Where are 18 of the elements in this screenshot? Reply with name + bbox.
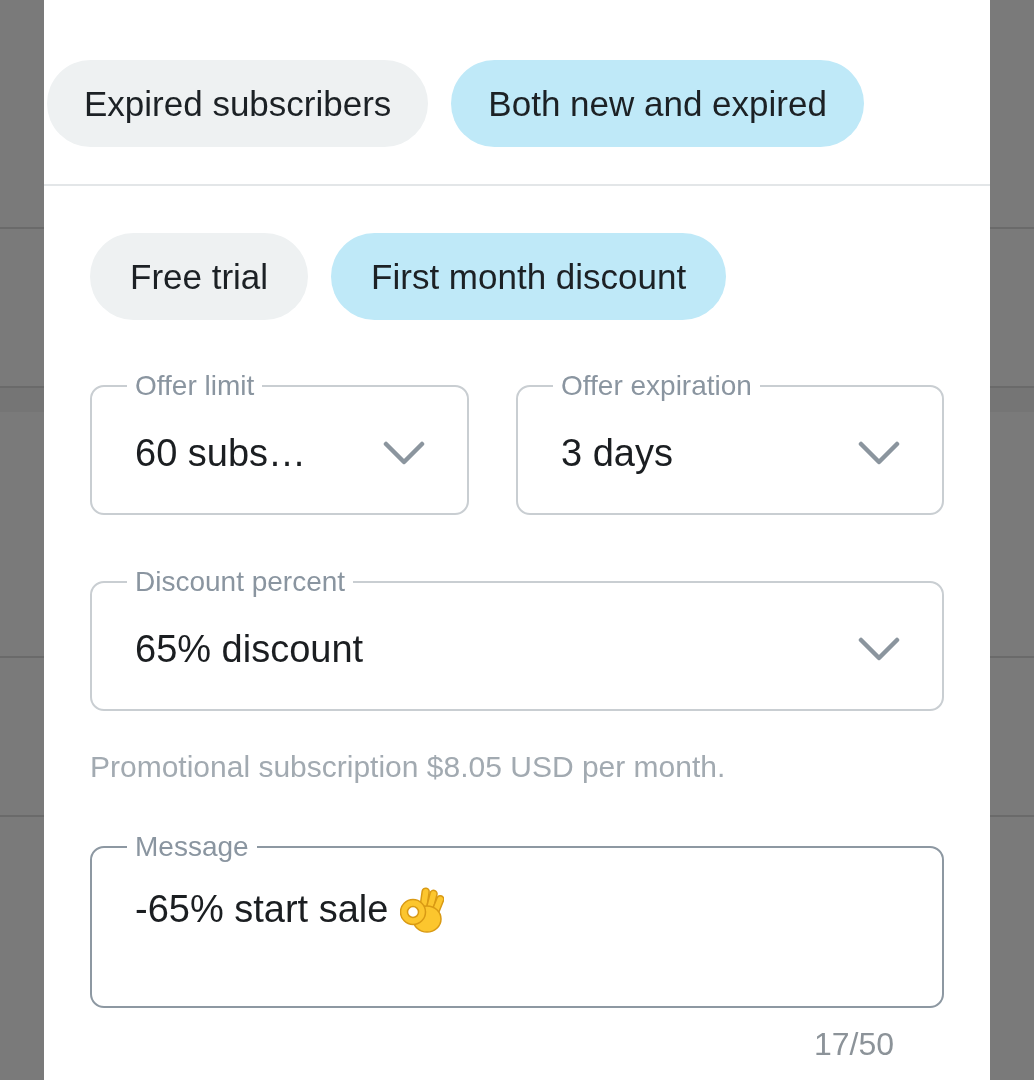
offer-type-chip[interactable]: Free trial: [90, 233, 309, 320]
audience-chip[interactable]: Both new and expired: [451, 60, 864, 147]
select-value: 65% discount: [135, 627, 364, 671]
select-value: 3 days: [561, 431, 673, 475]
field-label: Offer limit: [134, 369, 256, 403]
field-label: Message: [134, 830, 250, 864]
audience-chip[interactable]: Expired subscribers: [47, 60, 429, 147]
chevron-down-icon: [383, 441, 425, 465]
field-label: Offer expiration: [560, 369, 753, 403]
offer-type-chip[interactable]: First month discount: [331, 233, 727, 320]
field-label: Discount percent: [134, 565, 347, 599]
character-counter: 17/50: [813, 1026, 894, 1062]
ok-hand-icon: [400, 886, 445, 934]
chevron-down-icon: [858, 637, 900, 661]
message-text: -65% start sale: [135, 887, 389, 932]
chevron-down-icon: [858, 441, 900, 465]
price-note: Promotional subscription $8.05 USD per month.: [90, 749, 727, 785]
select-value: 60 subs…: [135, 431, 307, 475]
